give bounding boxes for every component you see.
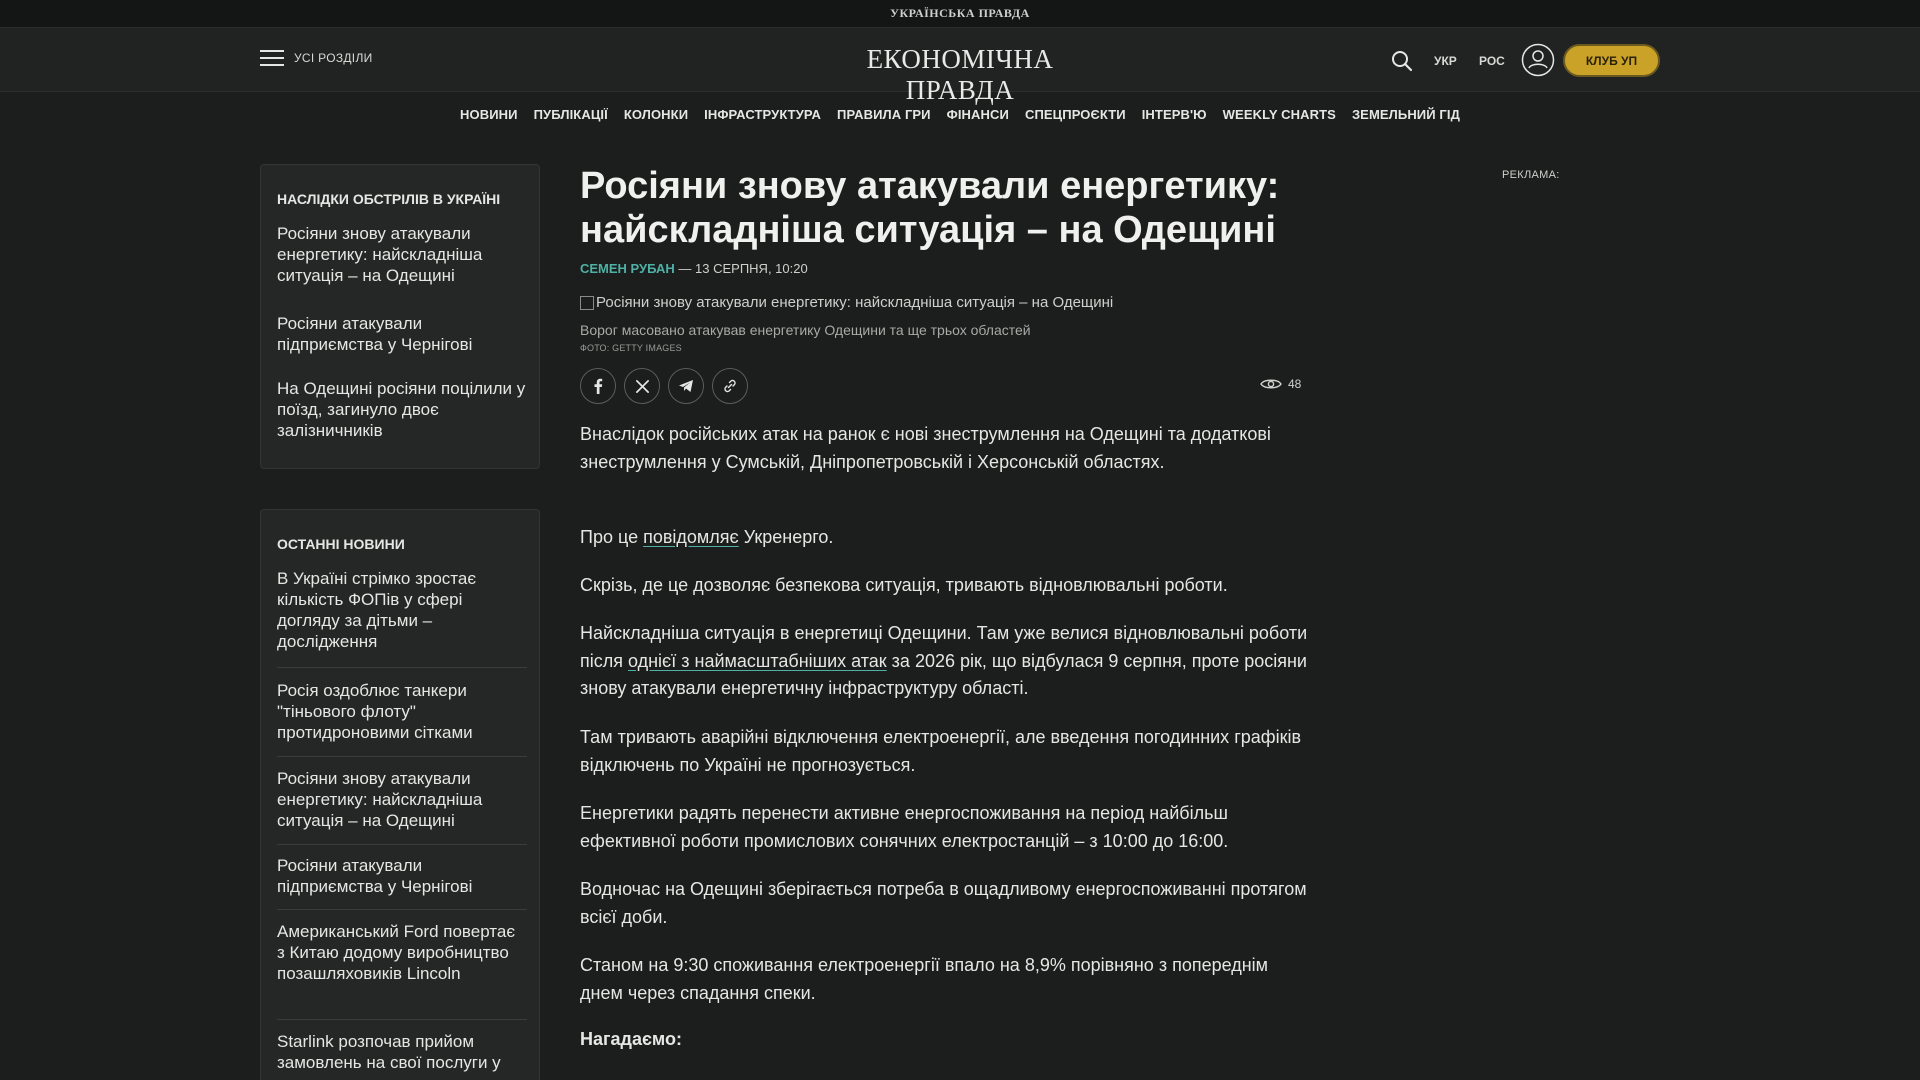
latest-news-item[interactable]: В Україні стрімко зростає кількість ФОПі… — [277, 568, 527, 652]
topic-card: НАСЛІДКИ ОБСТРІЛІВ В УКРАЇНІ Росіяни зно… — [260, 164, 540, 469]
all-sections-button[interactable]: УСІ РОЗДІЛИ — [260, 50, 373, 66]
article-paragraph: Там тривають аварійні відключення електр… — [580, 727, 1302, 775]
copy-link-button[interactable] — [712, 368, 748, 404]
divider — [277, 1019, 527, 1020]
lang-ros-link[interactable]: РОС — [1479, 54, 1505, 68]
telegram-icon — [679, 380, 693, 392]
link-icon — [724, 379, 736, 393]
publish-date: 13 СЕРПНЯ, 10:20 — [695, 261, 808, 276]
nav-item-weekly-charts[interactable]: WEEKLY CHARTS — [1223, 107, 1336, 122]
related-article-link[interactable]: однієї з наймасштабніших атак — [628, 651, 887, 671]
author-link[interactable]: СЕМЕН РУБАН — [580, 261, 675, 276]
all-sections-label: УСІ РОЗДІЛИ — [294, 51, 373, 65]
search-icon[interactable] — [1390, 49, 1414, 73]
nav-item-finance[interactable]: ФІНАНСИ — [947, 107, 1009, 122]
share-telegram-button[interactable] — [668, 368, 704, 404]
photo-credit: ФОТО: GETTY IMAGES — [580, 343, 682, 353]
divider — [277, 667, 527, 668]
nav-item-columns[interactable]: КОЛОНКИ — [624, 107, 688, 122]
latest-news-item[interactable]: Starlink розпочав прийом замовлень на св… — [277, 1031, 527, 1073]
article-paragraph: Енергетики радять перенести активне енер… — [580, 803, 1229, 851]
text-fragment: Про це — [580, 527, 644, 547]
views-counter: 48 — [1260, 377, 1301, 391]
nav-item-publications[interactable]: ПУБЛІКАЦІЇ — [534, 107, 608, 122]
divider — [277, 909, 527, 910]
article-paragraph: Внаслідок російських атак на ранок є нов… — [580, 424, 1271, 472]
article-paragraph: Нагадаємо: — [580, 1029, 682, 1049]
byline: СЕМЕН РУБАН — 13 СЕРПНЯ, 10:20 — [580, 261, 808, 276]
source-link[interactable]: повідомляє — [643, 527, 739, 547]
latest-news-item[interactable]: Росіяни знову атакували енергетику: найс… — [277, 768, 527, 831]
article-paragraph: Про це повідомляє Укренерго. — [580, 524, 1310, 552]
latest-news-item[interactable]: Росія оздоблює танкери "тіньового флоту"… — [277, 680, 527, 743]
user-icon[interactable] — [1521, 43, 1555, 77]
site-header: УСІ РОЗДІЛИ ЕКОНОМІЧНА ПРАВДА УКР РОС КЛ… — [0, 28, 1920, 105]
topic-item[interactable]: Росіяни знову атакували енергетику: найс… — [277, 223, 527, 286]
nav-item-rules[interactable]: ПРАВИЛА ГРИ — [837, 107, 931, 122]
nav-item-specprojects[interactable]: СПЕЦПРОЄКТИ — [1025, 107, 1126, 122]
article-paragraph: Скрізь, де це дозволяє безпекова ситуаці… — [580, 575, 1228, 595]
latest-news-item[interactable]: Росіяни атакували підприємства у Черніго… — [277, 855, 527, 897]
share-facebook-button[interactable] — [580, 368, 616, 404]
up-brand-link[interactable]: УКРАЇНСЬКА ПРАВДА — [890, 6, 1030, 21]
article-image: Росіяни знову атакували енергетику: найс… — [580, 294, 1113, 311]
menu-icon — [260, 50, 284, 66]
divider — [277, 844, 527, 845]
topic-item[interactable]: Росіяни атакували підприємства у Черніго… — [277, 313, 527, 355]
divider — [277, 756, 527, 757]
article-image-alt: Росіяни знову атакували енергетику: найс… — [596, 294, 1114, 311]
nav-item-news[interactable]: НОВИНИ — [460, 107, 518, 122]
text-fragment: Укренерго. — [738, 527, 834, 547]
views-count: 48 — [1288, 377, 1302, 391]
top-strip: УКРАЇНСЬКА ПРАВДА — [0, 0, 1920, 28]
image-caption: Ворог масовано атакував енергетику Одещи… — [580, 322, 1031, 338]
article-title: Росіяни знову атакували енергетику: найс… — [580, 165, 1280, 251]
article-paragraph: Станом на 9:30 споживання електроенергії… — [580, 955, 1269, 1003]
article-paragraph: Водночас на Одещині зберігається потреба… — [580, 879, 1307, 927]
share-x-button[interactable] — [624, 368, 660, 404]
latest-news-title[interactable]: ОСТАННІ НОВИНИ — [277, 536, 405, 552]
club-up-button[interactable]: КЛУБ УП — [1563, 44, 1660, 77]
ad-label: РЕКЛАМА: — [1502, 169, 1560, 181]
facebook-icon — [594, 378, 603, 394]
nav-item-infrastructure[interactable]: ІНФРАСТРУКТУРА — [704, 107, 821, 122]
topic-card-title[interactable]: НАСЛІДКИ ОБСТРІЛІВ В УКРАЇНІ — [277, 191, 500, 207]
topic-item[interactable]: На Одещині росіяни поцілили у поїзд, заг… — [277, 378, 527, 441]
eye-icon — [1260, 379, 1282, 389]
main-nav: НОВИНИ ПУБЛІКАЦІЇ КОЛОНКИ ІНФРАСТРУКТУРА… — [0, 92, 1920, 136]
article-paragraph: Найскладніша ситуація в енергетиці Одещи… — [580, 620, 1310, 703]
nav-item-interview[interactable]: ІНТЕРВ'Ю — [1142, 107, 1207, 122]
broken-image-icon — [580, 295, 594, 310]
nav-item-land-guide[interactable]: ЗЕМЕЛЬНИЙ ГІД — [1352, 107, 1460, 122]
latest-news-item[interactable]: Американський Ford повертає з Китаю додо… — [277, 921, 527, 984]
latest-news-card: ОСТАННІ НОВИНИ В Україні стрімко зростає… — [260, 509, 540, 1080]
byline-separator: — — [674, 261, 696, 276]
x-icon — [635, 379, 649, 393]
lang-ukr-link[interactable]: УКР — [1434, 54, 1457, 68]
